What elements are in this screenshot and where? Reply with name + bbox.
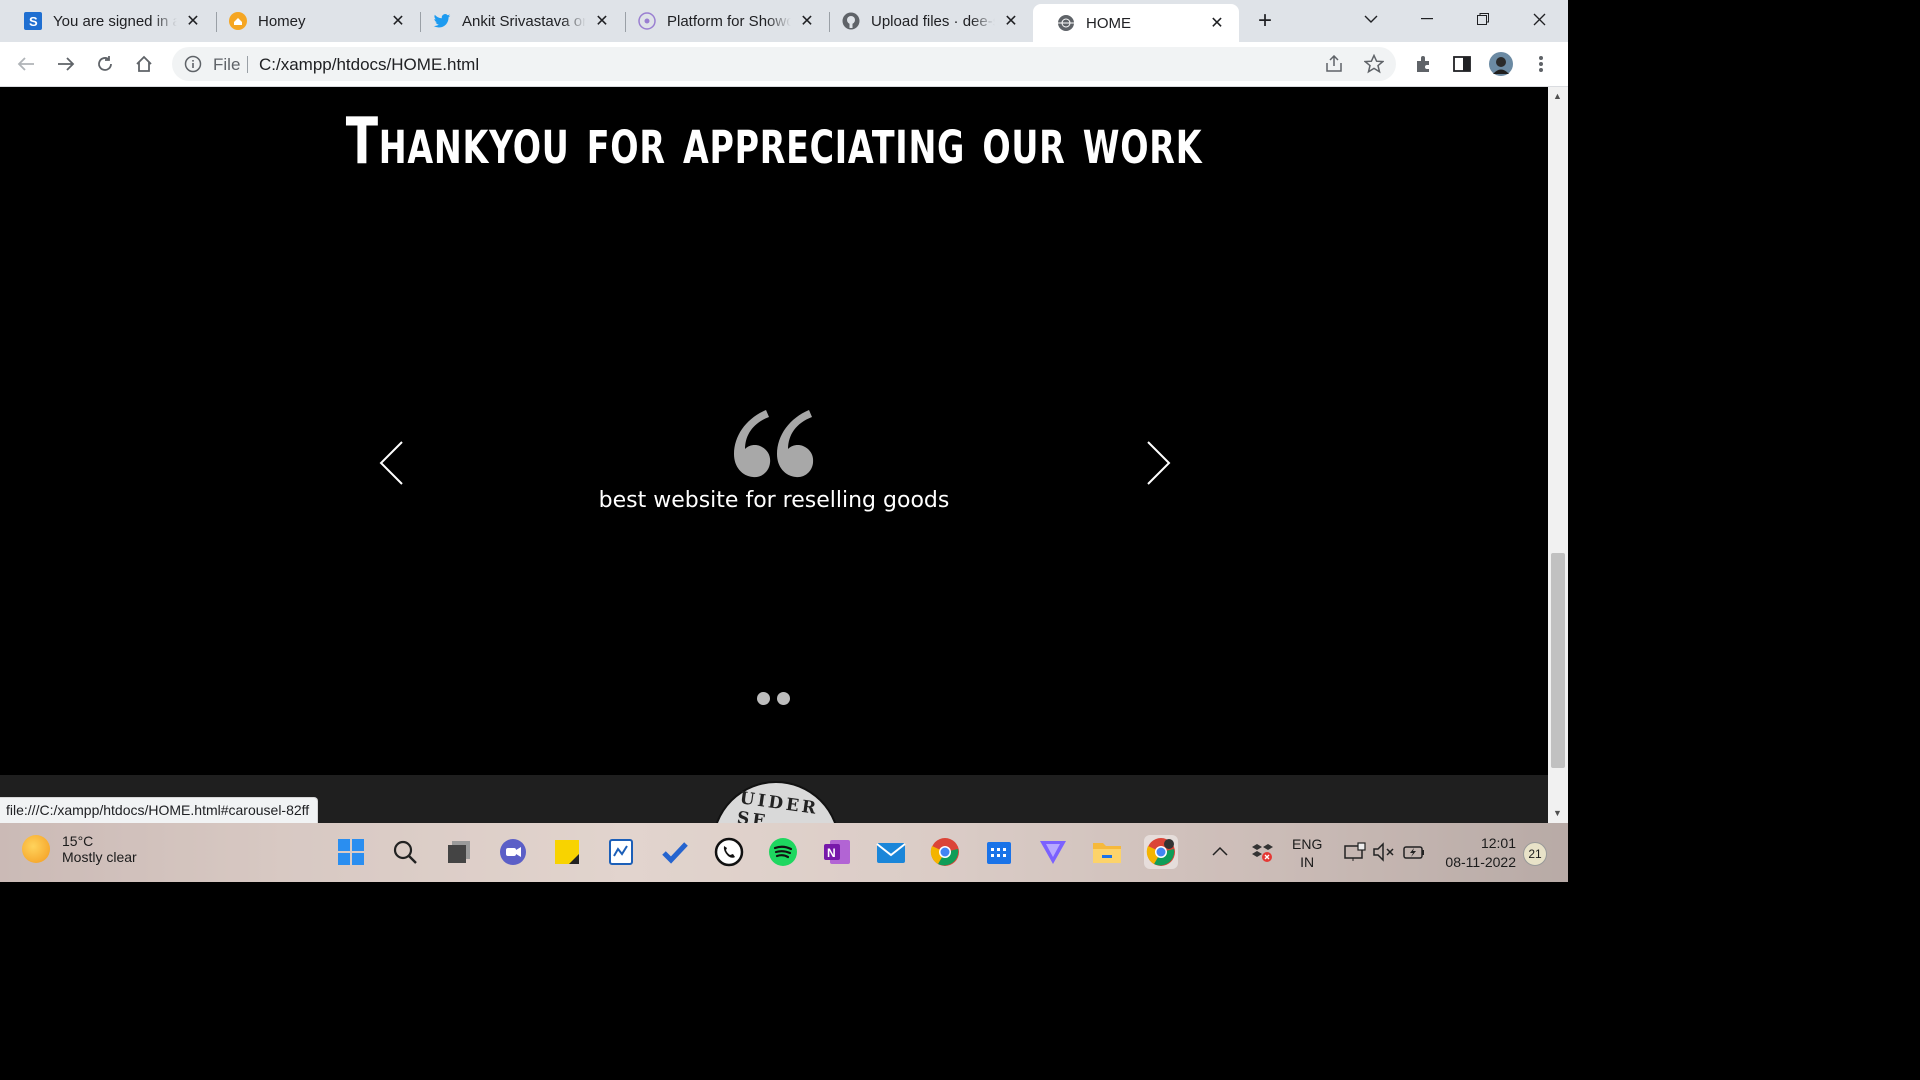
tab-home[interactable]: HOME ✕	[1033, 4, 1239, 42]
homey-icon	[229, 12, 247, 30]
weather-widget[interactable]: 15°C Mostly clear	[22, 833, 137, 865]
side-panel-icon[interactable]	[1449, 51, 1475, 77]
back-arrow-icon[interactable]	[13, 51, 39, 77]
extensions-icon[interactable]	[1410, 51, 1436, 77]
scroll-down-icon[interactable]: ▼	[1553, 808, 1562, 818]
home-icon[interactable]	[131, 51, 157, 77]
tab-search-chevron-icon[interactable]	[1343, 0, 1399, 38]
close-tab-icon[interactable]: ✕	[797, 11, 817, 31]
sticky-notes-icon[interactable]	[550, 835, 584, 869]
tab-strip: S You are signed in as ✕ Homey ✕ Ankit S…	[0, 0, 1568, 42]
language-label: ENG	[1292, 836, 1323, 852]
tab-github[interactable]: Upload files · dee-st ✕	[818, 4, 1033, 38]
search-icon[interactable]	[388, 835, 422, 869]
whatsapp-icon[interactable]	[712, 835, 746, 869]
s-app-icon: S	[24, 12, 42, 30]
restore-icon[interactable]	[1455, 0, 1511, 38]
chrome-icon[interactable]	[928, 835, 962, 869]
close-window-icon[interactable]	[1511, 0, 1567, 38]
close-tab-icon[interactable]: ✕	[1207, 13, 1227, 33]
new-tab-button[interactable]: +	[1249, 6, 1281, 36]
tab-twitter[interactable]: Ankit Srivastava on ✕	[409, 4, 624, 38]
clock-time: 12:01	[1480, 835, 1516, 851]
info-icon[interactable]	[184, 55, 202, 78]
tab-title: Upload files · dee-st	[871, 12, 995, 30]
tab-title: Platform for Showcase	[667, 12, 791, 30]
testimonial-text: best website for reselling goods	[598, 488, 950, 513]
share-icon[interactable]	[1324, 54, 1344, 78]
volume-muted-icon[interactable]	[1372, 842, 1396, 865]
todo-icon[interactable]	[658, 835, 692, 869]
region-label: IN	[1300, 854, 1315, 870]
reload-icon[interactable]	[92, 51, 118, 77]
tab-title: You are signed in as	[53, 12, 177, 30]
vpn-icon[interactable]	[1036, 835, 1070, 869]
platform-icon	[638, 12, 656, 30]
chrome-profile-icon[interactable]	[1144, 835, 1178, 869]
bookmark-star-icon[interactable]	[1363, 53, 1385, 79]
close-tab-icon[interactable]: ✕	[388, 11, 408, 31]
clock[interactable]: 12:01 08-11-2022	[1440, 834, 1516, 872]
tab-title: Ankit Srivastava on	[462, 12, 586, 30]
dropbox-icon[interactable]	[1252, 842, 1274, 867]
close-tab-icon[interactable]: ✕	[592, 11, 612, 31]
page-content: Thankyou for appreciating our work best …	[0, 87, 1548, 823]
clock-date: 08-11-2022	[1445, 854, 1516, 870]
address-bar[interactable]: File C:/xampp/htdocs/HOME.html	[172, 47, 1396, 81]
menu-kebab-icon[interactable]	[1528, 51, 1554, 77]
task-view-icon[interactable]	[442, 835, 476, 869]
profile-avatar[interactable]	[1488, 51, 1514, 77]
tab-title: HOME	[1086, 14, 1201, 32]
start-icon[interactable]	[334, 835, 368, 869]
weather-desc: Mostly clear	[62, 849, 137, 865]
language-indicator[interactable]: ENG IN	[1292, 835, 1322, 871]
minimize-icon[interactable]	[1399, 0, 1455, 38]
file-explorer-icon[interactable]	[1090, 835, 1124, 869]
onenote-icon[interactable]: N	[820, 835, 854, 869]
tab-title: Homey	[258, 12, 382, 30]
forward-arrow-icon[interactable]	[53, 51, 79, 77]
display-icon[interactable]	[1344, 842, 1366, 865]
scheme-label: File	[213, 55, 241, 74]
page-heading: Thankyou for appreciating our work	[345, 105, 1203, 179]
carousel-dot[interactable]	[757, 692, 770, 705]
notification-badge[interactable]: 21	[1523, 842, 1547, 866]
battery-icon[interactable]	[1402, 842, 1426, 865]
scroll-up-icon[interactable]: ▲	[1553, 91, 1562, 101]
tab-platform[interactable]: Platform for Showcase ✕	[614, 4, 829, 38]
carousel-dot[interactable]	[777, 692, 790, 705]
page-scrollbar[interactable]: ▲ ▼	[1548, 87, 1568, 823]
weather-temp: 15°C	[62, 833, 94, 849]
windows-taskbar: 15°C Mostly clear N ENG IN 12:01 08-11-2…	[0, 823, 1568, 882]
globe-icon	[1057, 14, 1075, 32]
quote-icon	[733, 409, 815, 479]
omnibox-divider	[247, 56, 248, 73]
carousel-prev-icon[interactable]	[378, 440, 408, 486]
url-text[interactable]: C:/xampp/htdocs/HOME.html	[259, 55, 479, 75]
svg-text:S: S	[29, 14, 38, 29]
tab-homey[interactable]: Homey ✕	[205, 4, 420, 38]
svg-text:N: N	[827, 846, 836, 860]
scroll-thumb[interactable]	[1551, 553, 1565, 768]
carousel-next-icon[interactable]	[1142, 440, 1172, 486]
spotify-icon[interactable]	[766, 835, 800, 869]
close-tab-icon[interactable]: ✕	[1001, 11, 1021, 31]
twitter-icon	[433, 12, 451, 30]
carousel-indicators	[757, 692, 790, 705]
tab-signed-in[interactable]: S You are signed in as ✕	[0, 4, 215, 38]
calendar-icon[interactable]	[982, 835, 1016, 869]
close-tab-icon[interactable]: ✕	[183, 11, 203, 31]
tray-overflow-chevron-icon[interactable]	[1212, 843, 1228, 859]
teams-icon[interactable]	[496, 835, 530, 869]
whiteboard-icon[interactable]	[604, 835, 638, 869]
weather-sun-icon	[22, 835, 50, 863]
browser-toolbar: File C:/xampp/htdocs/HOME.html	[0, 42, 1568, 87]
mail-icon[interactable]	[874, 835, 908, 869]
link-status-bubble: file:///C:/xampp/htdocs/HOME.html#carous…	[0, 797, 319, 824]
github-icon	[842, 12, 860, 30]
